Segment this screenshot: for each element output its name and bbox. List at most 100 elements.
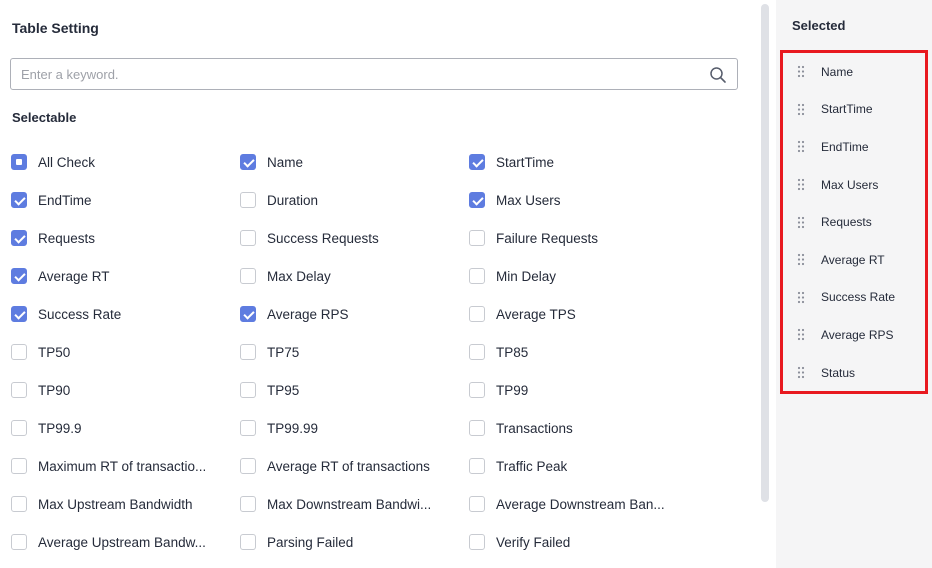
drag-handle-icon[interactable] (797, 291, 805, 304)
selected-item[interactable]: Success Rate (783, 279, 925, 317)
checkbox-box[interactable] (11, 344, 27, 360)
checkbox-box[interactable] (469, 344, 485, 360)
checkbox-box[interactable] (240, 534, 256, 550)
drag-handle-icon[interactable] (797, 65, 805, 78)
checkbox-label: Traffic Peak (496, 458, 568, 474)
checkbox-box[interactable] (11, 230, 27, 246)
checkbox-box[interactable] (469, 382, 485, 398)
option-checkbox[interactable]: Average Downstream Ban... (469, 492, 698, 516)
option-checkbox[interactable]: Average RPS (240, 302, 469, 326)
option-checkbox[interactable]: TP99.9 (11, 416, 240, 440)
selected-item-label: Average RT (821, 252, 885, 267)
option-checkbox[interactable]: TP75 (240, 340, 469, 364)
checkbox-box[interactable] (240, 382, 256, 398)
checkbox-box[interactable] (469, 420, 485, 436)
option-checkbox[interactable]: Requests (11, 226, 240, 250)
selected-item[interactable]: Requests (783, 203, 925, 241)
checkbox-box[interactable] (469, 192, 485, 208)
selected-item[interactable]: Status (783, 354, 925, 392)
option-checkbox[interactable]: TP50 (11, 340, 240, 364)
checkbox-box[interactable] (11, 192, 27, 208)
checkbox-label: TP95 (267, 382, 300, 398)
checkbox-box[interactable] (240, 306, 256, 322)
selected-item[interactable]: Max Users (783, 166, 925, 204)
checkbox-box[interactable] (11, 534, 27, 550)
search-box[interactable] (10, 58, 738, 90)
drag-handle-icon[interactable] (797, 328, 805, 341)
option-checkbox[interactable]: Average RT (11, 264, 240, 288)
checkbox-label: Name (267, 154, 304, 170)
checkbox-box[interactable] (469, 534, 485, 550)
drag-handle-icon[interactable] (797, 366, 805, 379)
checkbox-box[interactable] (240, 344, 256, 360)
checkbox-box[interactable] (240, 268, 256, 284)
checkbox-box[interactable] (469, 496, 485, 512)
checkbox-box[interactable] (11, 306, 27, 322)
checkbox-box[interactable] (11, 382, 27, 398)
checkbox-box[interactable] (240, 496, 256, 512)
option-checkbox[interactable]: Success Rate (11, 302, 240, 326)
option-checkbox[interactable]: TP99.99 (240, 416, 469, 440)
all-check-checkbox[interactable]: All Check (11, 150, 240, 174)
checkbox-box[interactable] (240, 458, 256, 474)
option-checkbox[interactable]: Parsing Failed (240, 530, 469, 554)
option-checkbox[interactable]: TP95 (240, 378, 469, 402)
option-checkbox[interactable]: Success Requests (240, 226, 469, 250)
checkbox-box[interactable] (469, 458, 485, 474)
checkbox-box[interactable] (469, 230, 485, 246)
option-checkbox[interactable]: Max Delay (240, 264, 469, 288)
selected-item[interactable]: EndTime (783, 128, 925, 166)
option-checkbox[interactable]: Max Upstream Bandwidth (11, 492, 240, 516)
search-icon[interactable] (709, 66, 727, 84)
option-checkbox[interactable]: Maximum RT of transactio... (11, 454, 240, 478)
scrollbar[interactable] (761, 4, 769, 502)
checkbox-box[interactable] (240, 230, 256, 246)
checkbox-label: TP85 (496, 344, 529, 360)
option-checkbox[interactable]: Verify Failed (469, 530, 698, 554)
drag-handle-icon[interactable] (797, 178, 805, 191)
option-checkbox[interactable]: Average Upstream Bandw... (11, 530, 240, 554)
drag-handle-icon[interactable] (797, 216, 805, 229)
option-checkbox[interactable]: StartTime (469, 150, 698, 174)
search-input[interactable] (11, 59, 691, 89)
checkbox-label: TP99.99 (267, 420, 319, 436)
option-checkbox[interactable]: Name (240, 150, 469, 174)
option-checkbox[interactable]: Traffic Peak (469, 454, 698, 478)
option-checkbox[interactable]: TP99 (469, 378, 698, 402)
checkbox-box[interactable] (469, 268, 485, 284)
drag-handle-icon[interactable] (797, 140, 805, 153)
checkbox-label: TP99.9 (38, 420, 82, 436)
option-checkbox[interactable]: Failure Requests (469, 226, 698, 250)
checkbox-box[interactable] (11, 496, 27, 512)
option-checkbox[interactable]: Average RT of transactions (240, 454, 469, 478)
checkbox-box[interactable] (240, 420, 256, 436)
checkbox-box[interactable] (11, 420, 27, 436)
option-checkbox[interactable]: Max Downstream Bandwi... (240, 492, 469, 516)
drag-handle-icon[interactable] (797, 253, 805, 266)
selected-item[interactable]: StartTime (783, 91, 925, 129)
option-checkbox[interactable]: TP85 (469, 340, 698, 364)
checkbox-box[interactable] (11, 458, 27, 474)
option-checkbox[interactable]: Min Delay (469, 264, 698, 288)
checkbox-box[interactable] (11, 268, 27, 284)
option-checkbox[interactable]: Transactions (469, 416, 698, 440)
checkbox-box[interactable] (240, 192, 256, 208)
option-checkbox[interactable]: Max Users (469, 188, 698, 212)
checkbox-box[interactable] (240, 154, 256, 170)
selected-item-label: Max Users (821, 177, 879, 192)
selected-item[interactable]: Average RPS (783, 316, 925, 354)
selected-item[interactable]: Name (783, 53, 925, 91)
checkbox-label: Average RT (38, 268, 110, 284)
checkbox-box[interactable] (469, 306, 485, 322)
option-checkbox[interactable]: TP90 (11, 378, 240, 402)
checkbox-label: Average RT of transactions (267, 458, 430, 474)
selected-item-label: EndTime (821, 139, 869, 154)
drag-handle-icon[interactable] (797, 103, 805, 116)
option-checkbox[interactable]: EndTime (11, 188, 240, 212)
option-checkbox[interactable]: Average TPS (469, 302, 698, 326)
option-checkbox[interactable]: Duration (240, 188, 469, 212)
checkbox-box[interactable] (11, 154, 27, 170)
checkbox-box[interactable] (469, 154, 485, 170)
selected-item[interactable]: Average RT (783, 241, 925, 279)
selectable-heading: Selectable (12, 110, 77, 125)
